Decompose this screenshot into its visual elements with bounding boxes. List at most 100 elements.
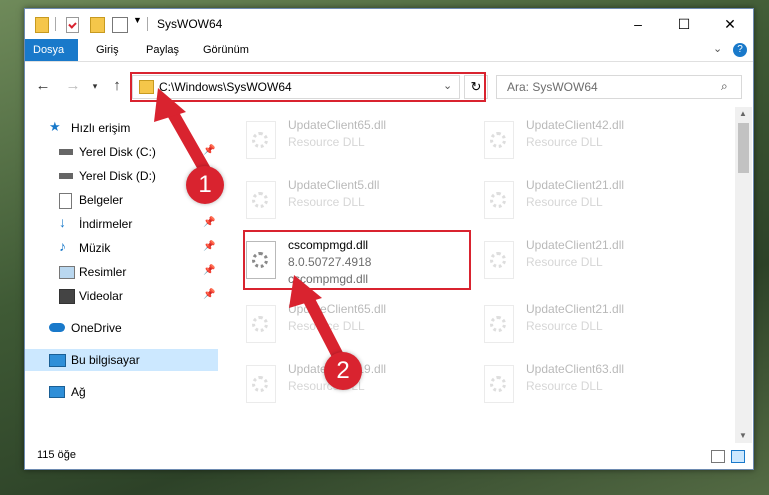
cloud-icon [49,323,65,332]
chevron-down-icon[interactable]: ▼ [133,15,142,25]
star-icon: ★ [49,119,61,134]
pictures-icon [59,266,75,279]
sidebar-item-music[interactable]: ♪ Müzik 📌 [25,237,218,259]
details-view-icon[interactable] [711,450,725,463]
sidebar-item-videos[interactable]: Videolar 📌 [25,285,218,307]
dll-file-icon [484,121,514,159]
tab-view[interactable]: Görünüm [193,39,259,61]
pin-icon[interactable]: 📌 [203,217,215,228]
sidebar-item-onedrive[interactable]: OneDrive [25,317,218,339]
divider [55,17,56,31]
dll-file-icon [484,181,514,219]
file-description: Resource DLL [288,135,365,149]
tab-home[interactable]: Giriş [86,39,129,61]
back-button[interactable]: ← [33,77,53,95]
help-icon[interactable]: ? [733,43,747,57]
window-title: SysWOW64 [157,17,223,31]
file-description: Resource DLL [526,379,603,393]
network-icon [49,386,65,398]
dll-file-icon [484,365,514,403]
divider [147,17,148,31]
file-name: UpdateClient21.dll [526,178,625,192]
sidebar-item-this-pc[interactable]: Bu bilgisayar [25,349,218,371]
file-name: UpdateClient5.dll [288,178,380,192]
dll-file-icon [484,241,514,279]
file-tile[interactable]: UpdateClient42.dll Resource DLL [476,115,706,171]
scroll-up-icon[interactable]: ▲ [739,109,747,118]
sidebar-item-quick-access[interactable]: ★ Hızlı erişim [25,117,218,139]
forward-button[interactable]: → [63,77,83,95]
dll-file-icon [246,121,276,159]
sidebar-item-label: OneDrive [71,321,122,335]
pin-icon[interactable]: 📌 [203,265,215,276]
file-name: UpdateClient65.dll [288,302,387,316]
address-highlight-box [130,72,486,102]
pin-icon[interactable]: 📌 [203,241,215,252]
item-count: 115 öğe [37,449,76,461]
download-icon: ↓ [59,214,66,230]
drive-icon [59,149,73,155]
sidebar-item-label: Bu bilgisayar [71,353,140,367]
sidebar-item-disk-c[interactable]: Yerel Disk (C:) 📌 [25,141,218,163]
file-tile[interactable]: UpdateClient21.dll Resource DLL [476,175,706,231]
customize-icon[interactable] [112,17,128,33]
video-icon [59,289,75,304]
navigation-pane: ★ Hızlı erişim Yerel Disk (C:) 📌 Yerel D… [25,107,218,443]
file-description: Resource DLL [526,255,603,269]
search-icon[interactable]: ⌕ [721,79,728,94]
computer-icon [49,354,66,367]
file-name: UpdateClient65.dll [288,118,387,132]
title-bar: ▼ SysWOW64 – ☐ ✕ [25,9,753,39]
tab-file[interactable]: Dosya [25,39,78,61]
sidebar-item-label: Hızlı erişim [71,121,131,135]
file-description: Resource DLL [288,319,365,333]
drive-icon [59,173,73,179]
pin-icon[interactable]: 📌 [203,289,215,300]
sidebar-item-label: Ağ [71,385,86,399]
file-tile[interactable]: UpdateClient65.dll Resource DLL [238,299,468,355]
sidebar-item-label: Yerel Disk (C:) [79,145,156,159]
new-folder-icon[interactable] [90,17,105,33]
pin-icon[interactable]: 📌 [203,145,215,156]
file-name: UpdateClient21.dll [526,238,625,252]
recent-locations-icon[interactable]: ▾ [85,77,105,95]
large-icons-view-icon[interactable] [731,450,745,463]
scroll-down-icon[interactable]: ▼ [739,431,747,440]
up-button[interactable]: ↑ [107,77,127,95]
file-tile[interactable]: UpdateClient21.dll Resource DLL [476,235,706,291]
step-2-badge: 2 [324,352,362,390]
close-button[interactable]: ✕ [707,9,753,39]
vertical-scrollbar[interactable]: ▲ ▼ [735,107,752,443]
dll-file-icon [246,365,276,403]
file-tile[interactable]: UpdateClient5.dll Resource DLL [238,175,468,231]
dll-file-icon [246,181,276,219]
file-description: Resource DLL [526,135,603,149]
search-box[interactable]: Ara: SysWOW64 ⌕ [496,75,742,99]
ribbon-tabs: Dosya Giriş Paylaş Görünüm ⌄ ? [25,39,753,62]
sidebar-item-label: Belgeler [79,193,124,207]
file-name: UpdateClient21.dll [526,302,625,316]
documents-icon [59,193,72,209]
search-placeholder: Ara: SysWOW64 [507,80,598,94]
dll-file-icon [484,305,514,343]
tab-share[interactable]: Paylaş [136,39,189,61]
status-bar: 115 öğe [25,443,753,469]
file-description: Resource DLL [288,195,365,209]
file-tile[interactable]: UpdateClient65.dll Resource DLL [238,115,468,171]
sidebar-item-label: Yerel Disk (D:) [79,169,156,183]
scrollbar-thumb[interactable] [738,123,749,173]
properties-icon[interactable] [66,17,79,33]
dll-file-icon [246,305,276,343]
expand-ribbon-icon[interactable]: ⌄ [713,42,722,55]
sidebar-item-label: Resimler [79,265,127,279]
sidebar-item-downloads[interactable]: ↓ İndirmeler 📌 [25,213,218,235]
minimize-button[interactable]: – [615,9,661,39]
sidebar-item-label: Müzik [79,241,111,255]
file-description: Resource DLL [526,319,603,333]
sidebar-item-network[interactable]: Ağ [25,381,218,403]
music-icon: ♪ [59,238,66,254]
maximize-button[interactable]: ☐ [661,9,707,39]
sidebar-item-pictures[interactable]: Resimler 📌 [25,261,218,283]
file-tile[interactable]: UpdateClient21.dll Resource DLL [476,299,706,355]
file-tile[interactable]: UpdateClient63.dll Resource DLL [476,359,706,415]
